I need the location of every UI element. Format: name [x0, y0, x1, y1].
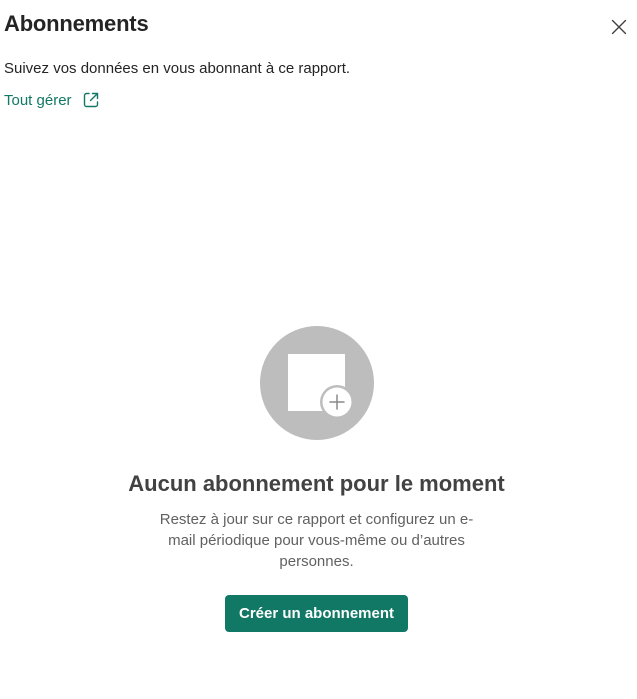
- empty-state-description: Restez à jour sur ce rapport et configur…: [159, 511, 474, 570]
- open-external-icon: [83, 92, 98, 108]
- panel-title: Abonnements: [4, 11, 149, 36]
- subscriptions-panel: Abonnements Suivez vos données en vous a…: [0, 0, 637, 699]
- create-subscription-button[interactable]: Créer un abonnement: [224, 595, 409, 632]
- manage-all-link[interactable]: Tout gérer: [4, 91, 100, 109]
- empty-state-title: Aucun abonnement pour le moment: [128, 471, 505, 496]
- empty-state: Aucun abonnement pour le moment Restez à…: [0, 325, 633, 632]
- panel-subtitle: Suivez vos données en vous abonnant à ce…: [4, 60, 351, 77]
- close-button[interactable]: [608, 16, 630, 38]
- close-icon: [611, 19, 627, 35]
- add-subscription-illustration-icon: [259, 326, 374, 440]
- manage-all-label: Tout gérer: [4, 91, 72, 109]
